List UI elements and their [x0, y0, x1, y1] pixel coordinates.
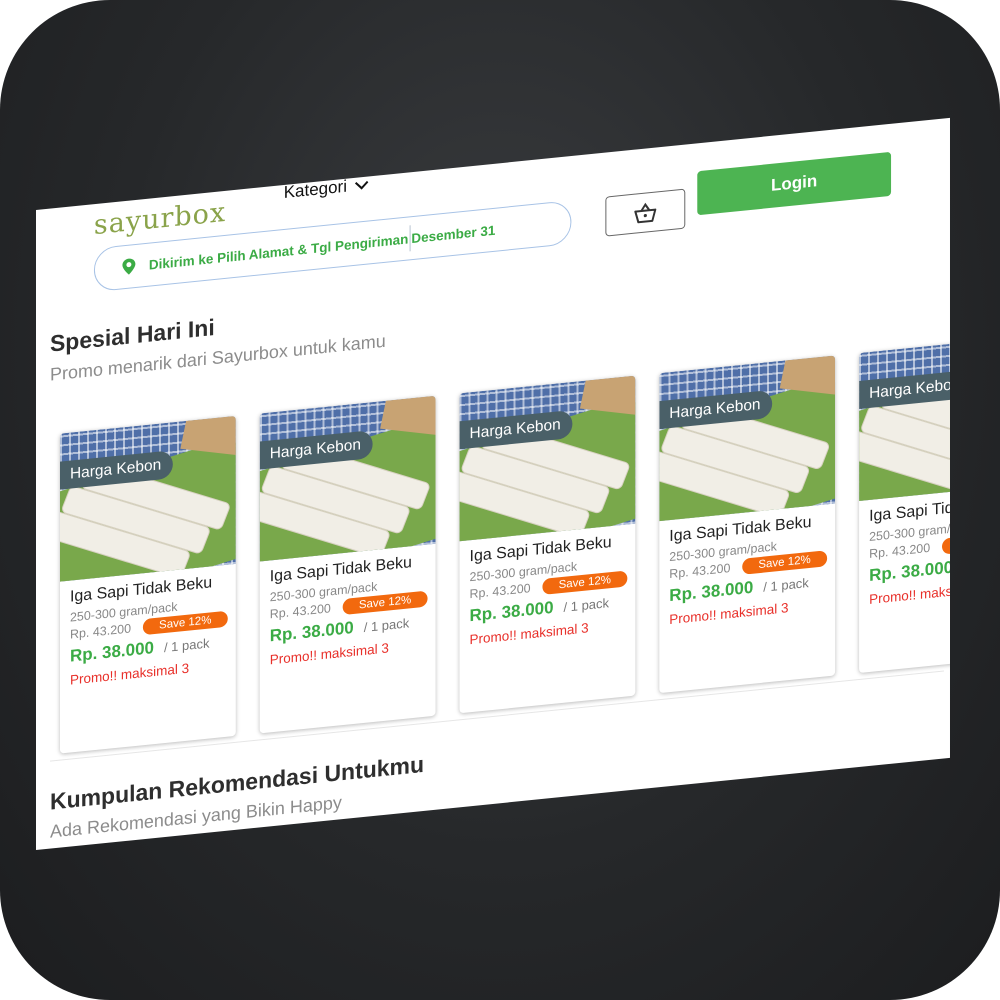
sale-price: Rp. 38.000	[269, 617, 354, 646]
original-price: Rp. 43.200	[469, 581, 531, 602]
original-price: Rp. 43.200	[269, 601, 331, 622]
logo-text: sayurbox	[93, 196, 227, 242]
product-card[interactable]: Harga Kebon Iga Sapi Tidak Beku 250-300 …	[459, 375, 636, 714]
device-frame: sayurbox Kategori Dikirim ke Pilih Alama…	[0, 0, 1000, 1000]
location-pin-icon	[122, 258, 136, 275]
delivery-date: Desember 31	[411, 222, 496, 246]
product-image: Harga Kebon	[59, 415, 236, 582]
price-unit: / 1 pack	[763, 575, 809, 595]
address-text: Dikirim ke Pilih Alamat & Tgl Pengiriman	[148, 230, 409, 273]
category-label: Kategori	[283, 176, 347, 203]
product-carousel: Harga Kebon Iga Sapi Tidak Beku 250-300 …	[59, 335, 950, 754]
price-unit: / 1 pack	[563, 595, 610, 615]
price-unit: / 1 pack	[163, 635, 210, 656]
browser-viewport: sayurbox Kategori Dikirim ke Pilih Alama…	[36, 117, 950, 850]
category-menu[interactable]: Kategori	[284, 174, 369, 203]
sale-price: Rp. 38.000	[669, 577, 754, 606]
basket-icon	[634, 202, 657, 224]
product-card[interactable]: Harga Kebon Iga Sapi Tidak Beku 250-300 …	[59, 415, 236, 754]
product-card[interactable]: Harga Kebon Iga Sapi Tidak Beku 250-300 …	[659, 355, 836, 694]
original-price: Rp. 43.200	[669, 560, 731, 582]
product-image: Harga Kebon	[259, 395, 436, 562]
original-price: Rp. 43.200	[869, 540, 931, 562]
sale-price: Rp. 38.000	[869, 557, 950, 586]
product-image: Harga Kebon	[659, 355, 836, 522]
product-image: Harga Kebon	[459, 375, 636, 542]
original-price: Rp. 43.200	[69, 621, 132, 642]
sale-price: Rp. 38.000	[469, 597, 554, 626]
chevron-down-icon	[355, 180, 369, 190]
login-button[interactable]: Login	[697, 151, 892, 216]
price-unit: / 1 pack	[363, 615, 410, 635]
cart-button[interactable]	[605, 188, 686, 237]
sayurbox-logo[interactable]: sayurbox	[94, 197, 226, 241]
product-card[interactable]: Harga Kebon Iga Sapi Tidak Beku 250-300 …	[259, 395, 436, 734]
product-image: Harga Kebon	[859, 335, 950, 502]
address-divider	[409, 225, 411, 252]
sale-price: Rp. 38.000	[69, 638, 154, 666]
product-card[interactable]: Harga Kebon Iga Sapi Tidak Beku 250-300 …	[859, 335, 950, 674]
